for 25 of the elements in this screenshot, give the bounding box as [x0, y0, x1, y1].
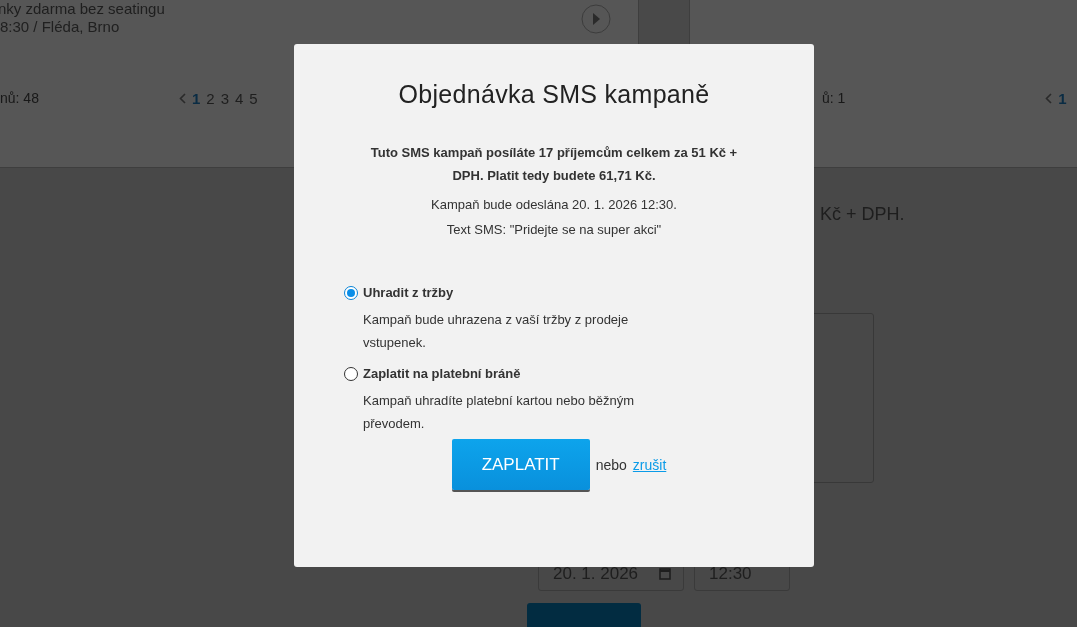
calendar-icon[interactable]	[659, 568, 671, 580]
cancel-link[interactable]: zrušit	[632, 456, 667, 473]
dialog-title: Objednávka SMS kampaně	[398, 80, 710, 109]
radio-button[interactable]	[344, 366, 358, 381]
result-count: ů: 1	[822, 90, 846, 106]
payment-option[interactable]: Uhradit z tržby	[344, 285, 774, 300]
chevron-left-icon[interactable]	[1045, 92, 1053, 104]
option-description: Kampaň bude uhrazena z vaší tržby z prodeje vstupenek.	[363, 311, 630, 352]
page-link[interactable]: 3	[220, 89, 229, 107]
pay-button[interactable]: ZAPLATIT	[451, 439, 590, 490]
option-description: Kampaň uhradíte platební kartou nebo běžným převodem.	[363, 392, 635, 433]
payment-option[interactable]: Zaplatit na platební bráně	[344, 366, 774, 381]
radio-button[interactable]	[344, 285, 358, 300]
campaign-summary: Tuto SMS kampaň posíláte 17 příjemcům celkem za 51 Kč + DPH. Platit tedy budete 61,71 Kč.	[369, 144, 739, 185]
page-link[interactable]: 2	[206, 89, 215, 107]
play-icon[interactable]	[581, 4, 611, 34]
page-link[interactable]: 5	[249, 89, 258, 107]
page-link[interactable]: 4	[234, 89, 244, 107]
chevron-left-icon[interactable]	[178, 92, 186, 104]
or-text: nebo	[595, 456, 627, 473]
schedule-text: Kampaň bude odeslána 20. 1. 2026 12:30.	[431, 197, 677, 212]
result-count: nů: 48	[0, 90, 39, 106]
page-link[interactable]: 1	[191, 89, 201, 107]
sms-text: Text SMS: "Pridejte se na super akci"	[446, 222, 662, 237]
page-link[interactable]: 1	[1058, 89, 1067, 107]
